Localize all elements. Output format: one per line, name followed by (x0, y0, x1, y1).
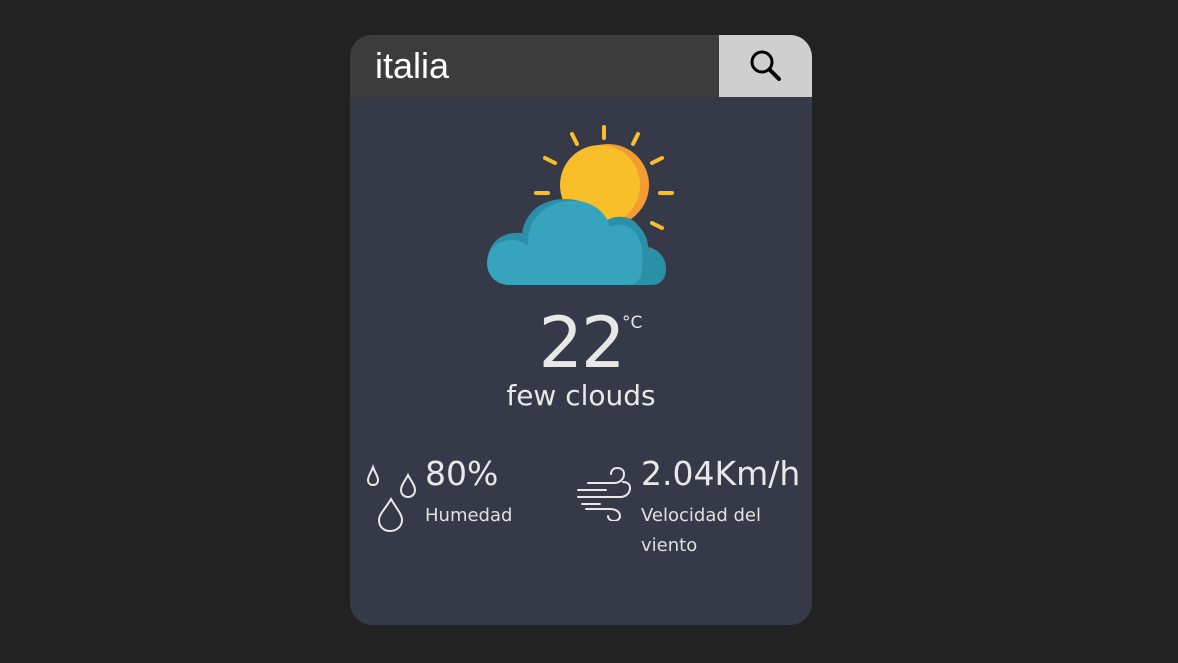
temperature-value: 22 (538, 302, 625, 384)
partly-cloudy-icon (487, 125, 674, 285)
humidity-stat: 80% Humedad (350, 445, 550, 565)
wind-value: 2.04Km/h (641, 454, 801, 493)
temperature-unit: °C (622, 313, 643, 333)
wind-stat: 2.04Km/h Velocidad del viento (570, 445, 812, 585)
weather-description: few clouds (506, 379, 656, 412)
humidity-value: 80% (425, 454, 499, 493)
wind-icon (577, 467, 632, 521)
search-input[interactable] (350, 35, 719, 97)
water-drops-icon (366, 463, 417, 533)
search-bar (350, 35, 812, 97)
temperature-display: 22 °C (350, 303, 812, 383)
wind-label: Velocidad del viento (641, 505, 762, 556)
weather-card: 22 °C few clouds 80% Humedad 2.04Km/h Ve… (350, 35, 812, 625)
humidity-label: Humedad (425, 505, 513, 526)
search-icon (750, 50, 781, 81)
search-button[interactable] (719, 35, 812, 97)
